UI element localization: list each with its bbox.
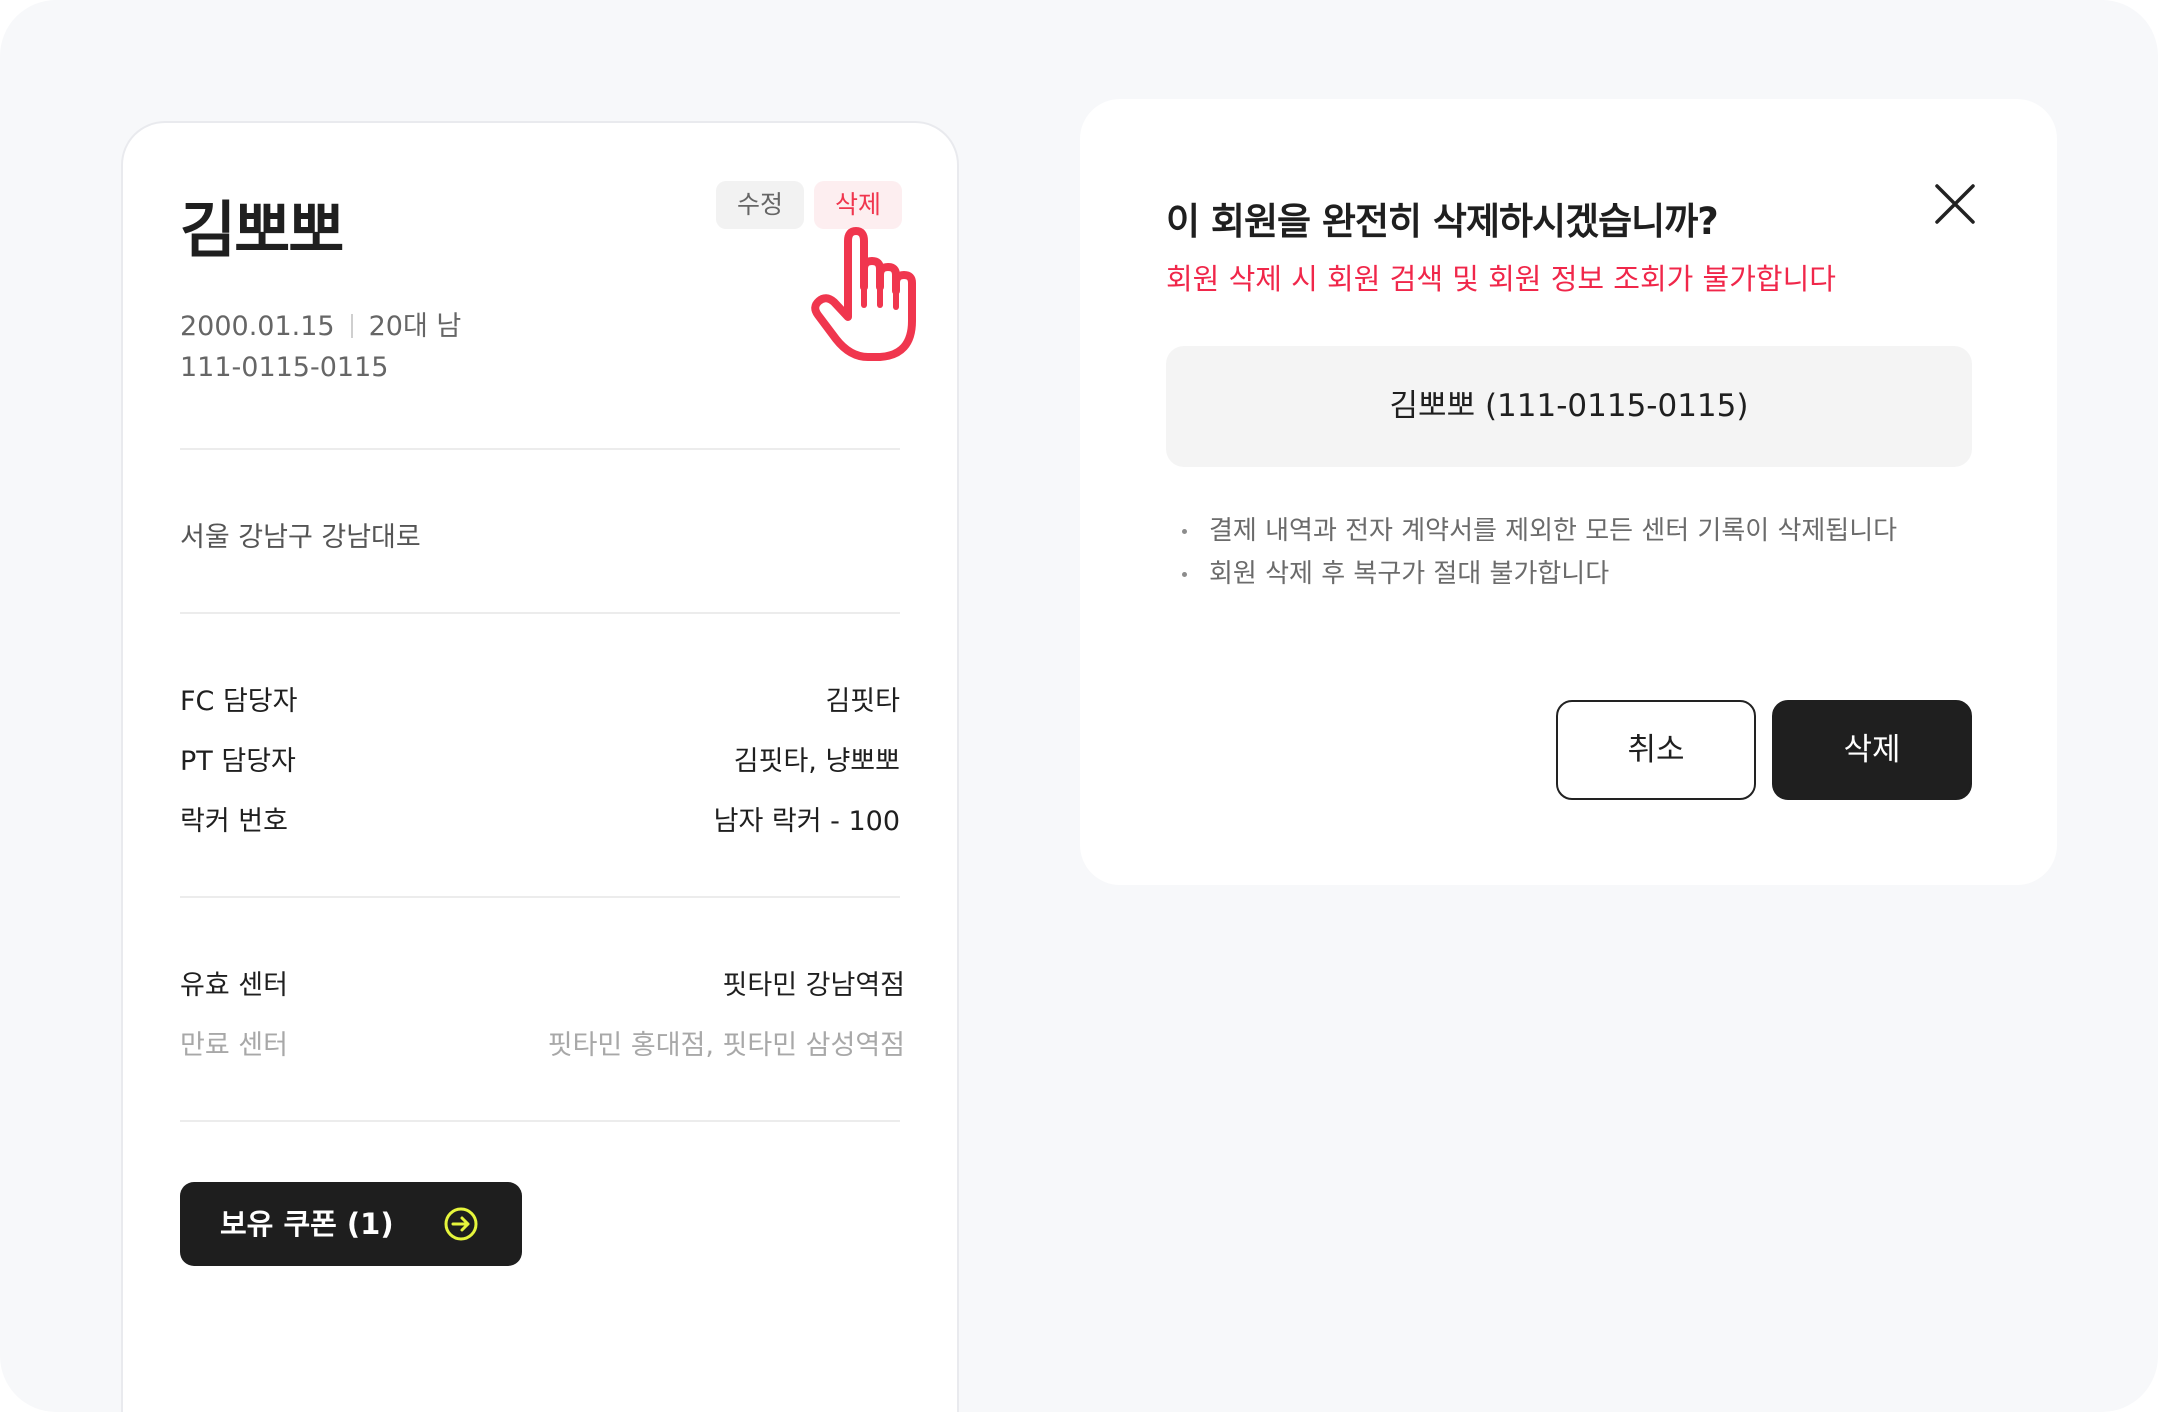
coupon-label: 보유 쿠폰 (1) [220, 1207, 394, 1241]
edit-button[interactable]: 수정 [716, 181, 805, 229]
member-address: 서울 강남구 강남대로 [180, 522, 421, 553]
active-center-value: 핏타민 강남역점 [722, 970, 905, 1001]
cancel-button[interactable]: 취소 [1556, 700, 1756, 800]
active-center-label: 유효 센터 [180, 970, 288, 1001]
divider [180, 612, 900, 614]
close-icon[interactable] [1934, 183, 1976, 225]
dialog-warning: 회원 삭제 시 회원 검색 및 회원 정보 조회가 불가합니다 [1166, 262, 1836, 296]
dialog-note: 결제 내역과 전자 계약서를 제외한 모든 센터 기록이 삭제됩니다 [1176, 515, 1897, 547]
pt-manager-label: PT 담당자 [180, 746, 296, 777]
member-age-gender: 20대 남 [368, 311, 462, 342]
target-member-box: 김뽀뽀 (111-0115-0115) [1166, 346, 1972, 467]
member-birth: 2000.01.15 [180, 311, 335, 342]
app-background: 김뽀뽀 수정 삭제 2000.01.15 20대 남 111-0115-0115 … [0, 0, 2158, 1412]
coupon-button[interactable]: 보유 쿠폰 (1) [180, 1182, 522, 1266]
arrow-right-circle-icon [444, 1207, 478, 1241]
locker-value: 남자 락커 - 100 [713, 806, 900, 837]
member-birth-age: 2000.01.15 20대 남 [180, 304, 461, 343]
fc-manager-value: 김핏타 [825, 686, 900, 717]
pt-manager-value: 김핏타, 냥뽀뽀 [733, 746, 900, 777]
expired-center-value: 핏타민 홍대점, 핏타민 삼성역점 [547, 1030, 905, 1061]
dialog-note: 회원 삭제 후 복구가 절대 불가합니다 [1176, 558, 1897, 590]
confirm-delete-button[interactable]: 삭제 [1772, 700, 1972, 800]
divider [180, 896, 900, 898]
dialog-notes: 결제 내역과 전자 계약서를 제외한 모든 센터 기록이 삭제됩니다 회원 삭제… [1176, 515, 1897, 601]
divider [180, 1120, 900, 1122]
member-name: 김뽀뽀 [180, 195, 344, 266]
locker-label: 락커 번호 [180, 806, 288, 837]
fc-manager-label: FC 담당자 [180, 686, 298, 717]
dialog-title: 이 회원을 완전히 삭제하시겠습니까? [1166, 200, 1719, 243]
member-phone: 111-0115-0115 [180, 352, 389, 383]
delete-button[interactable]: 삭제 [814, 181, 903, 229]
divider [180, 448, 900, 450]
hand-pointer-icon [811, 227, 916, 361]
expired-center-label: 만료 센터 [180, 1030, 288, 1061]
divider [350, 314, 353, 338]
